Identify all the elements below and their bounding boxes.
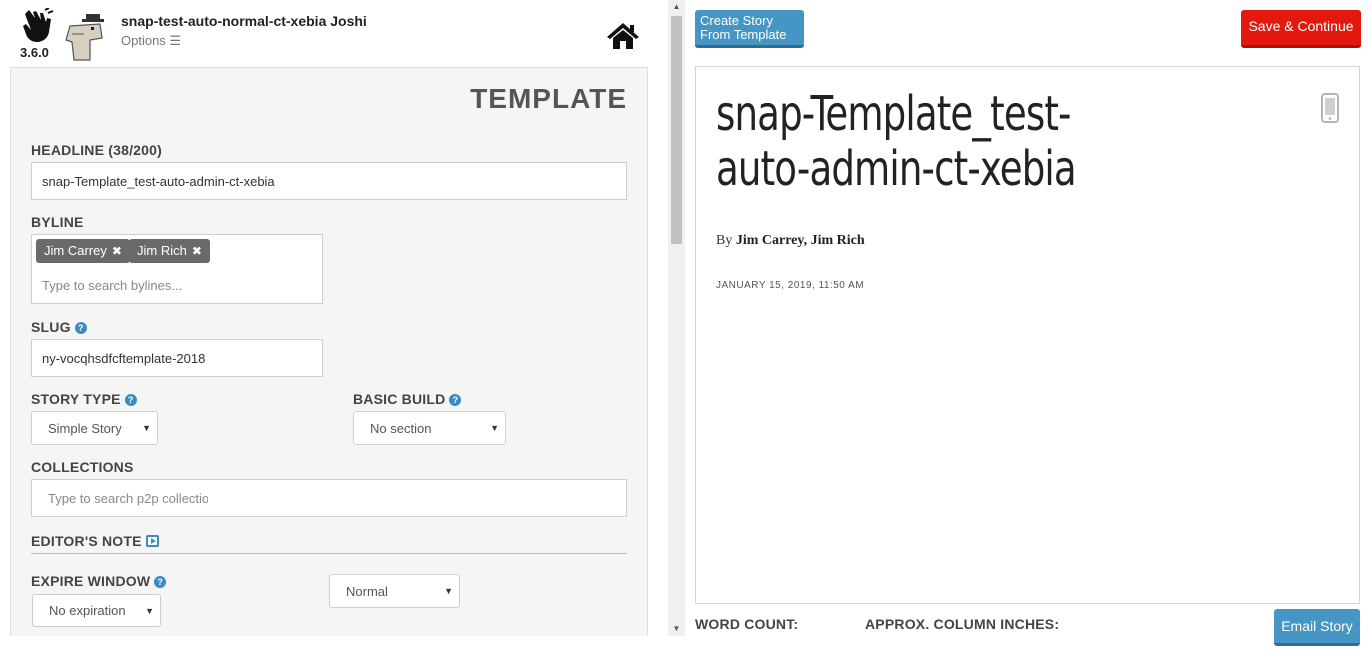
- create-from-template-button[interactable]: Create Story From Template: [695, 10, 804, 48]
- story-type-label-text: STORY TYPE: [31, 391, 121, 407]
- byline-tag: Jim Rich ✖: [129, 239, 210, 263]
- help-icon[interactable]: ?: [74, 322, 87, 334]
- slug-label-text: SLUG: [31, 319, 71, 335]
- byline-label: BYLINE: [31, 214, 84, 230]
- remove-tag-icon[interactable]: ✖: [192, 244, 202, 258]
- help-icon[interactable]: ?: [124, 394, 137, 406]
- editors-note-label-text: EDITOR'S NOTE: [31, 533, 142, 549]
- byline-search-input[interactable]: [42, 278, 312, 293]
- collections-field[interactable]: [31, 479, 627, 517]
- slug-field[interactable]: [31, 339, 323, 377]
- dropdown-caret-icon: ▼: [490, 423, 499, 433]
- column-inches-label: APPROX. COLUMN INCHES:: [865, 616, 1060, 632]
- expire-window-label: EXPIRE WINDOW?: [31, 573, 167, 589]
- headline-label: HEADLINE (38/200): [31, 142, 162, 158]
- scroll-up-arrow-icon[interactable]: ▲: [668, 0, 685, 14]
- template-form-panel: TEMPLATE HEADLINE (38/200) BYLINE Jim Ca…: [10, 67, 648, 636]
- dinosaur-avatar[interactable]: [64, 12, 110, 62]
- scroll-thumb[interactable]: [671, 16, 682, 244]
- story-preview: snap-Template_test-auto-admin-ct-xebia B…: [695, 66, 1360, 604]
- word-count-label: WORD COUNT:: [695, 616, 799, 632]
- priority-value: Normal: [346, 583, 388, 599]
- help-icon[interactable]: ?: [449, 394, 462, 406]
- editors-note-label[interactable]: EDITOR'S NOTE: [31, 533, 159, 549]
- dropdown-caret-icon: ▼: [145, 605, 154, 616]
- help-icon[interactable]: ?: [154, 576, 167, 588]
- remove-tag-icon[interactable]: ✖: [112, 244, 122, 258]
- story-type-label: STORY TYPE?: [31, 391, 137, 407]
- preview-headline: snap-Template_test-auto-admin-ct-xebia: [716, 86, 1077, 197]
- byline-tag-label: Jim Carrey: [44, 243, 107, 258]
- user-name: snap-test-auto-normal-ct-xebia Joshi: [121, 13, 367, 29]
- expire-window-label-text: EXPIRE WINDOW: [31, 573, 151, 589]
- top-bar: 3.6.0 snap-test-auto-normal-ct-xebia Jos…: [0, 0, 660, 66]
- video-icon[interactable]: [145, 535, 159, 547]
- dropdown-caret-icon: ▼: [444, 586, 453, 596]
- email-story-button[interactable]: Email Story: [1274, 609, 1360, 646]
- basic-build-label: BASIC BUILD?: [353, 391, 462, 407]
- basic-build-label-text: BASIC BUILD: [353, 391, 446, 407]
- home-icon[interactable]: [606, 21, 640, 51]
- mobile-icon[interactable]: [1321, 93, 1339, 123]
- panel-title: TEMPLATE: [470, 83, 627, 114]
- app-version: 3.6.0: [20, 45, 49, 60]
- collections-label: COLLECTIONS: [31, 459, 134, 475]
- preview-byline-names: Jim Carrey, Jim Rich: [735, 233, 865, 248]
- preview-byline: By Jim Carrey, Jim Rich: [716, 233, 865, 249]
- slug-input[interactable]: [42, 350, 312, 366]
- save-continue-button[interactable]: Save & Continue: [1241, 10, 1361, 48]
- scroll-down-arrow-icon[interactable]: ▼: [668, 622, 685, 636]
- basic-build-value: No section: [370, 420, 432, 436]
- preview-dateline: JANUARY 15, 2019, 11:50 AM: [716, 280, 865, 291]
- slug-label: SLUG?: [31, 319, 87, 335]
- expire-window-value: No expiration: [49, 603, 126, 618]
- headline-field[interactable]: [31, 162, 627, 200]
- byline-tag-label: Jim Rich: [137, 243, 187, 258]
- byline-tag: Jim Carrey ✖: [36, 239, 130, 263]
- expire-window-select[interactable]: No expiration ▼: [32, 594, 161, 627]
- options-menu-link[interactable]: Options ☰: [121, 33, 181, 49]
- story-type-value: Simple Story: [48, 420, 122, 436]
- collections-search-input[interactable]: [48, 490, 208, 506]
- basic-build-select[interactable]: No section ▼: [353, 411, 506, 445]
- priority-select[interactable]: Normal ▼: [329, 574, 460, 608]
- section-divider: [31, 553, 627, 554]
- story-type-select[interactable]: Simple Story ▼: [31, 411, 158, 445]
- preview-byline-prefix: By: [716, 233, 733, 248]
- dropdown-caret-icon: ▼: [142, 423, 151, 433]
- headline-input[interactable]: [42, 173, 616, 189]
- form-scrollbar[interactable]: ▲ ▼: [668, 0, 685, 636]
- hand-logo-icon[interactable]: [21, 8, 55, 44]
